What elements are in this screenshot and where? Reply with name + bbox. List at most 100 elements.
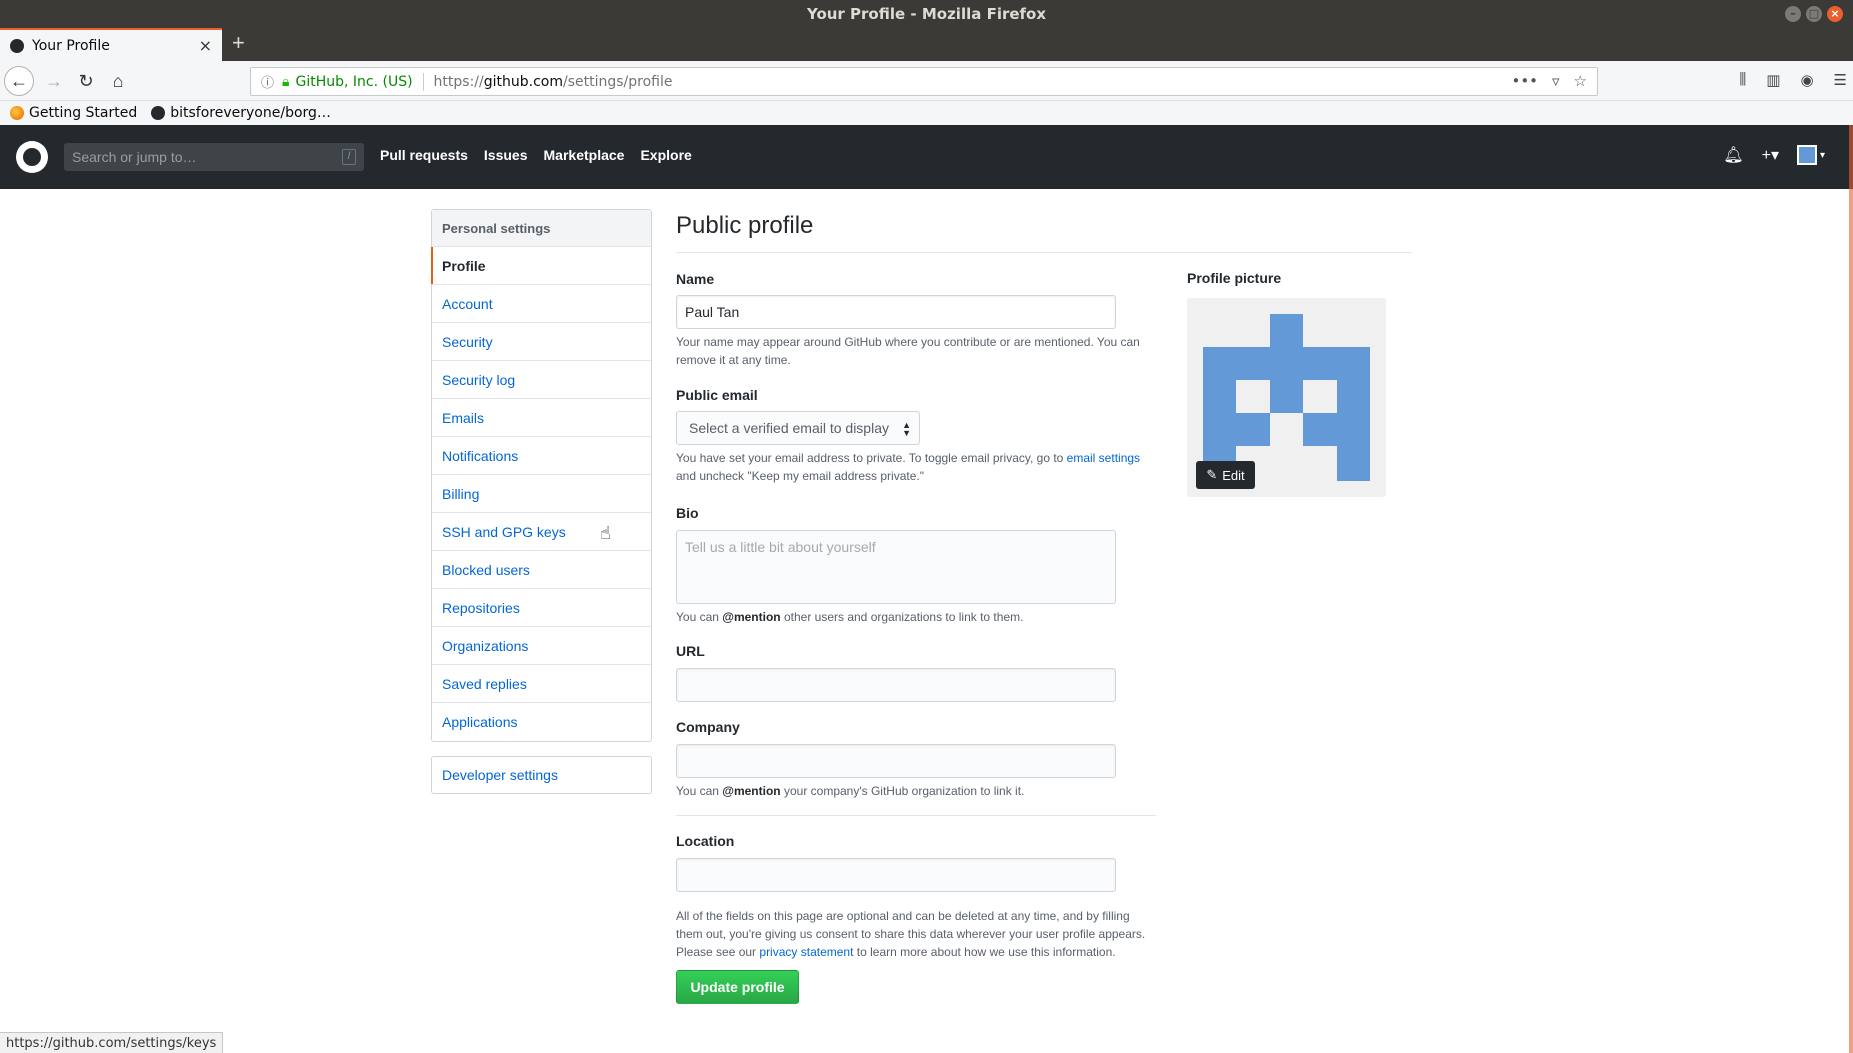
sidebar-item-billing[interactable]: Billing bbox=[432, 475, 651, 513]
profile-picture-label: Profile picture bbox=[1187, 270, 1282, 286]
nav-marketplace[interactable]: Marketplace bbox=[544, 147, 625, 163]
new-tab-button[interactable]: + bbox=[232, 30, 245, 56]
close-window-button[interactable]: × bbox=[1827, 6, 1843, 22]
bookmark-label: bitsforeveryone/borg… bbox=[170, 105, 331, 121]
privacy-note-text-end: to learn more about how we use this info… bbox=[853, 945, 1116, 959]
bookmark-bitsforeveryone[interactable]: bitsforeveryone/borg… bbox=[151, 105, 331, 121]
url-host: github.com bbox=[483, 73, 563, 90]
hand-cursor-icon: ☝︎ bbox=[600, 523, 611, 543]
nav-explore[interactable]: Explore bbox=[640, 147, 691, 163]
github-favicon-icon bbox=[10, 38, 24, 53]
email-note-text: You have set your email address to priva… bbox=[676, 451, 1067, 465]
search-shortcut-key: / bbox=[342, 149, 356, 165]
tab-your-profile[interactable]: Your Profile × bbox=[0, 28, 222, 61]
close-tab-icon[interactable]: × bbox=[199, 36, 212, 55]
minimize-button[interactable]: – bbox=[1785, 6, 1801, 22]
site-info-icon[interactable]: ⓘ bbox=[261, 72, 274, 91]
url-scheme: https:// bbox=[433, 73, 484, 90]
location-field[interactable] bbox=[676, 858, 1116, 892]
status-link-preview: https://github.com/settings/keys bbox=[0, 1032, 224, 1053]
settings-sidebar: Personal settings Profile Account Securi… bbox=[431, 209, 652, 742]
page-title: Public profile bbox=[676, 212, 814, 239]
library-icon[interactable]: ⫼ bbox=[1739, 71, 1746, 89]
privacy-statement-link[interactable]: privacy statement bbox=[759, 945, 853, 959]
name-label: Name bbox=[676, 271, 715, 287]
bio-label: Bio bbox=[676, 505, 699, 521]
sidebar-item-applications[interactable]: Applications bbox=[432, 703, 651, 741]
sidebar-item-ssh-gpg-keys[interactable]: SSH and GPG keys bbox=[432, 513, 651, 551]
url-field[interactable] bbox=[676, 668, 1116, 702]
sidebar-item-account[interactable]: Account bbox=[432, 285, 651, 323]
github-logo-icon[interactable] bbox=[16, 141, 48, 173]
sidebar-item-blocked-users[interactable]: Blocked users bbox=[432, 551, 651, 589]
window-titlebar: Your Profile - Mozilla Firefox – □ × bbox=[0, 0, 1853, 28]
email-note-text-end: and uncheck "Keep my email address priva… bbox=[676, 469, 924, 483]
window-controls: – □ × bbox=[1785, 6, 1843, 22]
company-field[interactable] bbox=[676, 744, 1116, 778]
update-profile-button[interactable]: Update profile bbox=[676, 970, 799, 1004]
email-settings-link[interactable]: email settings bbox=[1067, 451, 1140, 465]
public-email-select[interactable]: Select a verified email to display ▲ ▼ bbox=[676, 411, 920, 445]
identicon-pixel bbox=[1270, 314, 1303, 347]
search-placeholder: Search or jump to… bbox=[72, 149, 197, 165]
identicon-pixel bbox=[1337, 446, 1370, 481]
address-bar[interactable]: ⓘ 🔒︎ GitHub, Inc. (US) https://github.co… bbox=[250, 67, 1598, 96]
title-divider bbox=[676, 252, 1412, 253]
edit-picture-label: Edit bbox=[1222, 467, 1245, 483]
tab-strip: Your Profile × + bbox=[0, 28, 1853, 61]
bookmarks-toolbar: Getting Started bitsforeveryone/borg… bbox=[0, 101, 1853, 125]
public-email-note: You have set your email address to priva… bbox=[676, 449, 1156, 485]
bookmark-star-icon[interactable]: ☆ bbox=[1574, 72, 1587, 90]
nav-issues[interactable]: Issues bbox=[484, 147, 528, 163]
notifications-bell-icon[interactable]: 🔔︎ bbox=[1723, 145, 1743, 165]
header-nav: Pull requests Issues Marketplace Explore bbox=[380, 147, 692, 163]
identicon-pixel bbox=[1203, 380, 1236, 413]
sidebar-item-notifications[interactable]: Notifications bbox=[432, 437, 651, 475]
sidebar-item-organizations[interactable]: Organizations bbox=[432, 627, 651, 665]
back-button[interactable]: ← bbox=[4, 66, 34, 96]
reload-button[interactable]: ↻ bbox=[72, 67, 100, 95]
urlbar-actions: ••• ▿ ☆ bbox=[1511, 72, 1587, 90]
identicon-pixel bbox=[1203, 413, 1270, 446]
sidebar-item-profile[interactable]: Profile bbox=[431, 247, 651, 285]
sidebar-item-repositories[interactable]: Repositories bbox=[432, 589, 651, 627]
mention-prefix: You can bbox=[676, 784, 723, 798]
header-actions: 🔔︎ +▾ ▾ bbox=[1723, 145, 1825, 165]
select-arrows-icon: ▲ ▼ bbox=[902, 420, 911, 438]
chevron-down-icon: ▾ bbox=[1819, 149, 1825, 161]
scrollbar[interactable] bbox=[1849, 125, 1853, 1053]
forward-button[interactable]: → bbox=[40, 67, 68, 95]
menu-icon[interactable]: ☰ bbox=[1834, 71, 1847, 89]
site-identity[interactable]: GitHub, Inc. (US) bbox=[295, 74, 412, 90]
maximize-button[interactable]: □ bbox=[1806, 6, 1822, 22]
home-button[interactable]: ⌂ bbox=[104, 67, 132, 95]
pocket-icon[interactable]: ▿ bbox=[1552, 72, 1560, 90]
url-text[interactable]: https://github.com/settings/profile bbox=[434, 74, 673, 90]
user-menu[interactable]: ▾ bbox=[1796, 145, 1825, 165]
search-input[interactable]: Search or jump to… / bbox=[64, 143, 364, 171]
github-icon bbox=[151, 106, 166, 120]
page-actions-icon[interactable]: ••• bbox=[1511, 72, 1538, 90]
sidebar-item-saved-replies[interactable]: Saved replies bbox=[432, 665, 651, 703]
sidebar-heading: Personal settings bbox=[432, 210, 651, 247]
sidebar-item-security-log[interactable]: Security log bbox=[432, 361, 651, 399]
account-icon[interactable]: ◉ bbox=[1800, 71, 1813, 89]
tab-title: Your Profile bbox=[32, 37, 110, 54]
company-label: Company bbox=[676, 719, 740, 735]
name-field[interactable] bbox=[676, 295, 1116, 329]
bookmark-getting-started[interactable]: Getting Started bbox=[10, 105, 137, 121]
nav-pull-requests[interactable]: Pull requests bbox=[380, 147, 468, 163]
public-email-selected: Select a verified email to display bbox=[689, 420, 889, 436]
company-note: You can @mention your company's GitHub o… bbox=[676, 782, 1156, 800]
sidebar-item-developer-settings[interactable]: Developer settings bbox=[431, 756, 652, 794]
bio-textarea[interactable] bbox=[676, 530, 1116, 604]
url-label: URL bbox=[676, 643, 705, 659]
url-path: /settings/profile bbox=[562, 73, 673, 90]
create-new-plus-icon[interactable]: +▾ bbox=[1762, 145, 1779, 165]
sidebar-item-emails[interactable]: Emails bbox=[432, 399, 651, 437]
edit-picture-button[interactable]: ✎ Edit bbox=[1196, 461, 1255, 489]
location-label: Location bbox=[676, 833, 735, 849]
identicon-pixel bbox=[1303, 413, 1370, 446]
sidebar-icon[interactable]: ▥ bbox=[1766, 71, 1780, 89]
sidebar-item-security[interactable]: Security bbox=[432, 323, 651, 361]
